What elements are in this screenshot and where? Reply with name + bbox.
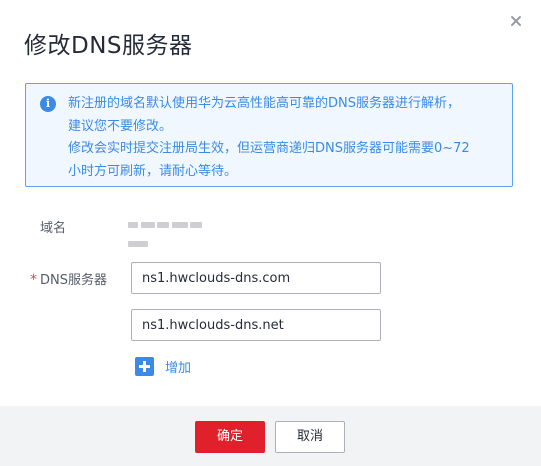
notice-text: 新注册的域名默认使用华为云高性能高可靠的DNS服务器进行解析， 建议您不要修改。… xyxy=(68,93,498,183)
cancel-button[interactable]: 取消 xyxy=(275,421,345,453)
confirm-button[interactable]: 确定 xyxy=(195,421,265,453)
dns-server-label-text: DNS服务器 xyxy=(40,273,107,288)
dns-server-label: * DNS服务器 xyxy=(30,269,107,288)
required-mark: * xyxy=(30,272,37,288)
info-icon: i xyxy=(40,96,56,112)
notice-line: 小时方可刷新，请耐心等待。 xyxy=(68,163,238,179)
dns-server-input-1[interactable] xyxy=(131,262,381,294)
close-icon[interactable] xyxy=(509,14,523,28)
notice-line: 建议您不要修改。 xyxy=(68,118,173,134)
add-dns-server-button[interactable]: 增加 xyxy=(135,356,191,376)
dns-server-input-2[interactable] xyxy=(131,309,381,341)
add-label: 增加 xyxy=(165,360,192,376)
notice-line: 修改会实时提交注册局生效，但运营商递归DNS服务器可能需要0~72 xyxy=(68,141,470,156)
notice-line: 新注册的域名默认使用华为云高性能高可靠的DNS服务器进行解析， xyxy=(68,96,460,111)
info-notice: i 新注册的域名默认使用华为云高性能高可靠的DNS服务器进行解析， 建议您不要修… xyxy=(25,83,513,187)
dialog-footer: 确定 取消 xyxy=(0,406,541,466)
domain-value-redacted xyxy=(128,216,224,247)
dns-dialog: 修改DNS服务器 i 新注册的域名默认使用华为云高性能高可靠的DNS服务器进行解… xyxy=(0,0,541,466)
domain-label: 域名 xyxy=(40,221,67,236)
dialog-title: 修改DNS服务器 xyxy=(24,33,193,59)
plus-icon xyxy=(135,356,154,376)
